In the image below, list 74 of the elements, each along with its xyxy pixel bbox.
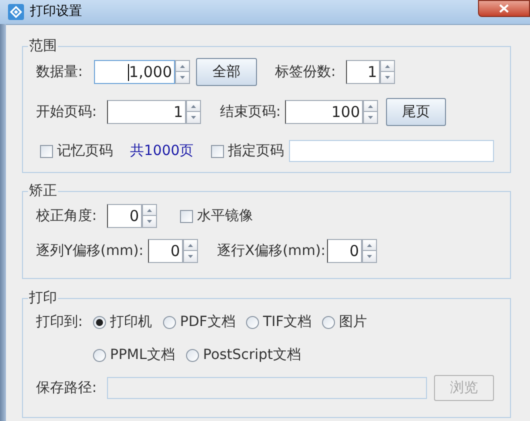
number-field[interactable]: 1 [107,100,186,124]
down-caret-icon [368,116,373,119]
field-label: 结束页码: [220,102,282,122]
down-caret-icon [188,255,193,258]
page-total-text: 共1000页 [130,142,195,160]
spin-up-button[interactable] [363,100,378,112]
spin-down-button[interactable] [362,251,377,263]
checkbox[interactable] [211,144,224,158]
up-caret-icon [180,64,185,68]
text-cursor [128,64,130,80]
spin-down-button[interactable] [363,112,378,124]
down-caret-icon [191,116,196,119]
radio-option[interactable]: PostScript文档 [186,344,306,366]
spin-down-button[interactable] [175,72,190,84]
checkbox[interactable] [40,144,53,158]
checkbox[interactable] [180,210,193,222]
number-field[interactable]: 0 [148,239,183,263]
field-label: 保存路径: [36,378,98,398]
group-title: 范围 [28,38,58,54]
field-label: 校正角度: [36,206,98,226]
down-caret-icon [385,76,390,79]
spin-down-button[interactable] [142,216,157,228]
number-field[interactable]: 1 [346,60,380,84]
radio-option[interactable]: PPML文档 [93,344,186,366]
window-title: 打印设置 [30,3,82,22]
up-caret-icon [385,64,390,68]
spin-down-button[interactable] [186,112,201,124]
app-icon [8,4,24,20]
close-button[interactable] [478,0,530,17]
spin-up-button[interactable] [380,60,395,72]
down-caret-icon [180,76,185,79]
spin-up-button[interactable] [142,204,157,216]
down-caret-icon [367,255,372,258]
text-field[interactable] [289,140,494,162]
spin-up-button[interactable] [186,100,201,112]
radio-option[interactable]: 打印机 [93,312,163,332]
action-button[interactable]: 全部 [196,58,257,86]
checkbox-option[interactable]: 指定页码 [211,140,289,162]
radio-option[interactable]: PDF文档 [163,312,246,332]
group-title: 打印 [28,290,58,306]
spin-down-button[interactable] [183,251,198,263]
field-label: 逐行X偏移(mm): [217,242,327,260]
up-caret-icon [368,104,373,108]
spin-up-button[interactable] [362,239,377,251]
radio-button[interactable] [322,316,335,328]
radio-button[interactable] [93,316,106,328]
down-caret-icon [147,220,152,223]
number-field[interactable]: 0 [327,239,362,263]
field-label: 打印到: [36,312,84,332]
field-label: 标签份数: [275,62,337,82]
up-caret-icon [147,208,152,212]
up-caret-icon [367,244,372,246]
spin-up-button[interactable] [175,60,190,72]
action-button[interactable]: 尾页 [386,98,446,126]
radio-button[interactable] [186,348,199,362]
spin-up-button[interactable] [183,239,198,251]
field-label: 数据量: [36,62,84,82]
checkbox-option[interactable]: 水平镜像 [180,206,260,226]
spin-down-button[interactable] [380,72,395,84]
radio-button[interactable] [93,348,106,362]
radio-button[interactable] [246,316,259,328]
number-field[interactable]: 1,000 [94,60,175,84]
close-icon [499,4,509,13]
radio-option[interactable]: TIF文档 [246,312,322,332]
checkbox-option[interactable]: 记忆页码 [40,140,120,162]
radio-button[interactable] [163,316,176,328]
number-field[interactable]: 0 [107,204,142,228]
up-caret-icon [188,244,193,246]
field-label: 开始页码: [36,102,98,122]
radio-option[interactable]: 图片 [322,312,372,332]
field-label: 逐列Y偏移(mm): [36,242,144,260]
up-caret-icon [191,104,196,108]
group-title: 矫正 [28,183,58,199]
number-field[interactable]: 100 [285,100,363,124]
